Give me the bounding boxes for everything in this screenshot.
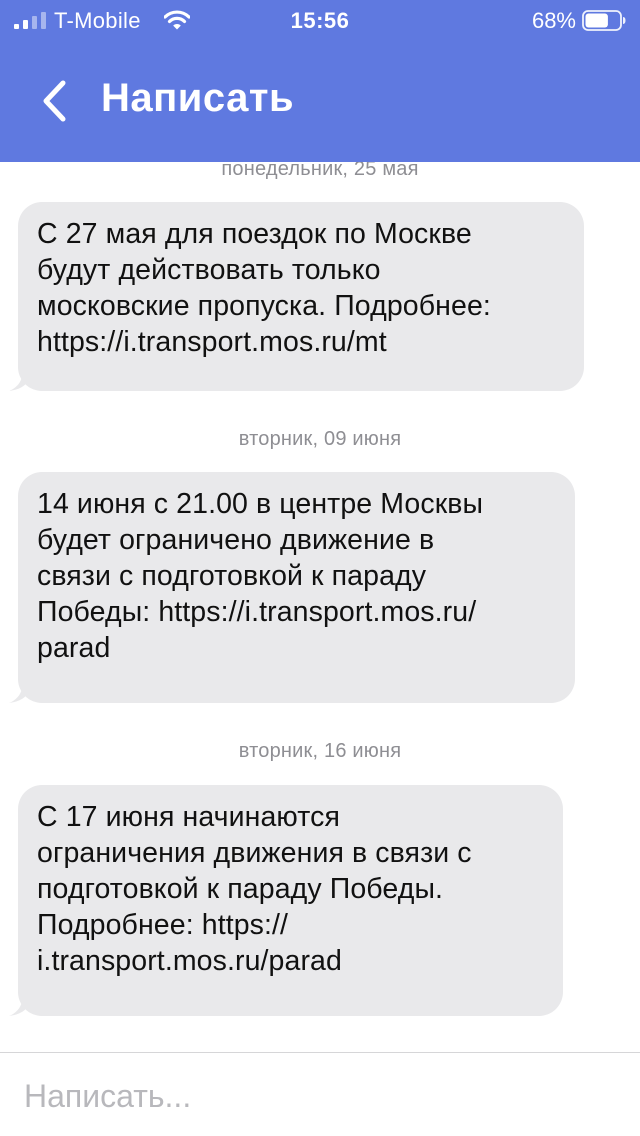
message-line: московские пропуска. Подробнее: [37, 290, 491, 322]
date-label: вторник, 09 июня [238, 428, 402, 450]
message-link-line[interactable]: parad [37, 630, 553, 666]
battery-fill [585, 13, 608, 28]
message-line: будут действовать только [37, 254, 381, 286]
date-label: вторник, 16 июня [238, 740, 402, 762]
app-header: T-Mobile 15:56 68% Написать [0, 0, 640, 162]
message-link-line[interactable]: Подробнее: https:// [37, 907, 541, 943]
message-link-line[interactable]: Победы: https://i.transport.mos.ru/ [37, 594, 553, 630]
message-line: будет ограничено движение в [37, 524, 435, 556]
bubble-tail [9, 369, 31, 391]
page-title: Написать [101, 76, 295, 120]
compose-divider [0, 1052, 640, 1053]
bubble-tail [9, 681, 31, 703]
nav-bar: Написать [0, 40, 640, 162]
back-button[interactable] [26, 68, 82, 134]
message-thread[interactable]: понедельник, 25 мая С 27 мая для поездок… [0, 0, 640, 1136]
message-link-line[interactable]: i.transport.mos.ru/parad [37, 943, 541, 979]
message-line: С 17 июня начинаются [37, 801, 340, 833]
sms-screen: понедельник, 25 мая С 27 мая для поездок… [0, 0, 640, 1136]
bubble-tail [9, 994, 31, 1016]
message-bubble[interactable]: С 27 мая для поездок по Москве будут дей… [9, 202, 584, 391]
message-line: связи с подготовкой к параду [37, 560, 427, 592]
compose-input[interactable] [24, 1068, 614, 1124]
message-line: С 27 мая для поездок по Москве [37, 218, 472, 250]
message-bubble[interactable]: С 17 июня начинаются ограничения движени… [9, 785, 563, 1016]
chevron-left-icon [43, 80, 66, 122]
message-line: 14 июня с 21.00 в центре Москвы [37, 488, 484, 520]
message-link-line[interactable]: https://i.transport.mos.ru/mt [37, 324, 562, 360]
message-line: ограничения движения в связи с [37, 837, 472, 869]
message-bubble[interactable]: 14 июня с 21.00 в центре Москвы будет ог… [9, 472, 575, 703]
battery-percentage: 68% [531, 8, 576, 33]
battery-icon [582, 10, 626, 31]
status-bar: T-Mobile 15:56 68% [0, 0, 640, 40]
message-line: подготовкой к параду Победы. [37, 873, 444, 905]
